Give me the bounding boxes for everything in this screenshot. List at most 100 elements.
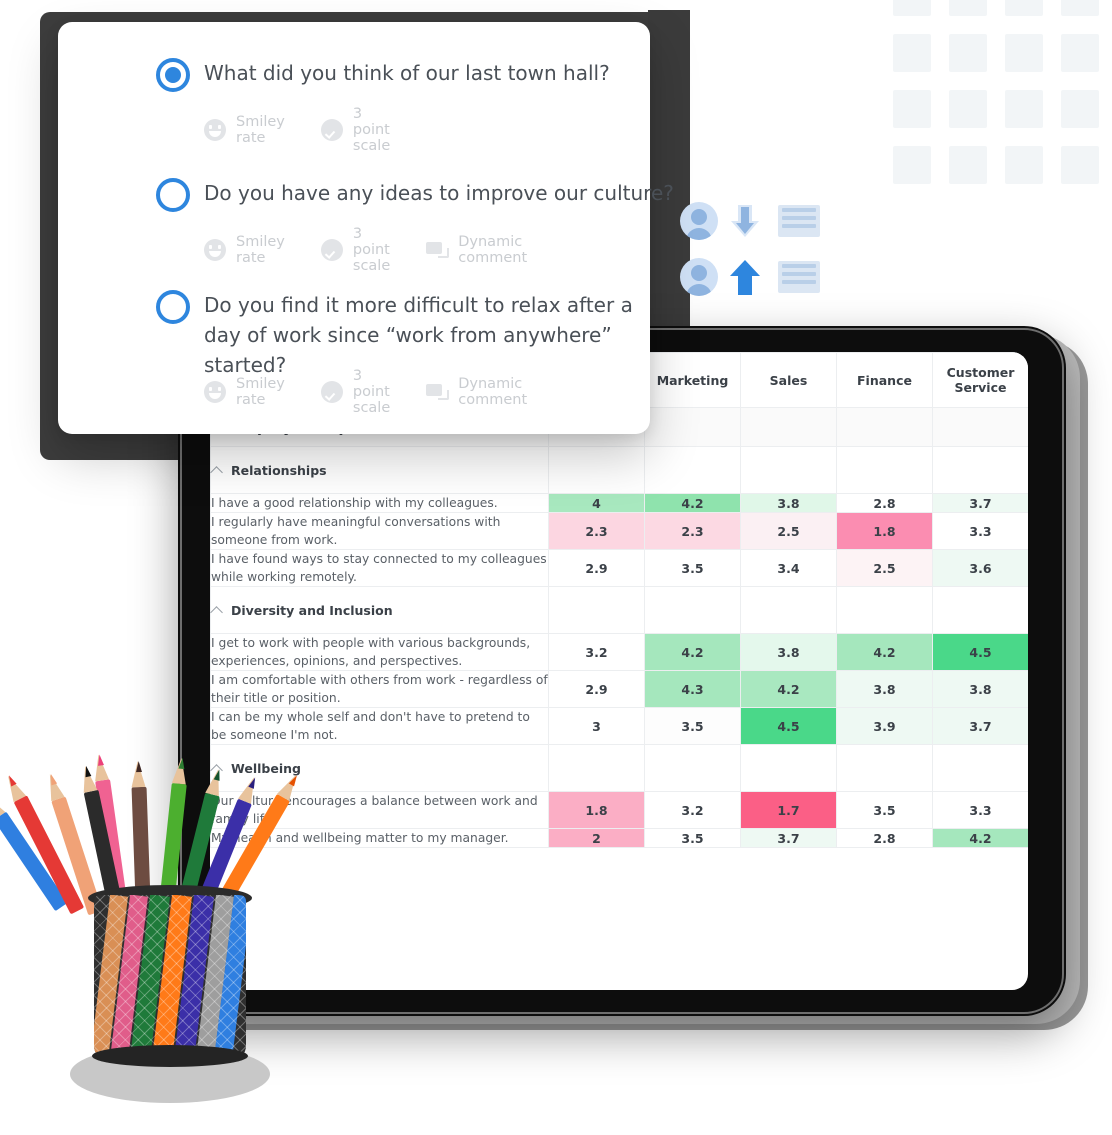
subgroup-row-wellbeing[interactable]: Wellbeing (210, 744, 1028, 792)
decorative-square-grid (893, 0, 1099, 184)
table-row[interactable]: I have found ways to stay connected to m… (210, 549, 1028, 587)
value-cell[interactable]: 3.8 (740, 493, 837, 513)
group-empty-cell (932, 407, 1028, 447)
value-cell[interactable]: 3.7 (932, 707, 1028, 745)
tablet-screen: Marketing Sales Finance Customer Service… (210, 352, 1028, 990)
value-cell[interactable]: 4.2 (644, 493, 741, 513)
subgroup-row-relationships[interactable]: Relationships (210, 446, 1028, 494)
value-cell[interactable]: 1.7 (740, 791, 837, 829)
value-cell[interactable]: 1.8 (548, 791, 645, 829)
value-cell[interactable]: 3.5 (836, 791, 933, 829)
chevron-up-icon[interactable] (211, 604, 223, 616)
subgroup-row-diversity-and-inclusion[interactable]: Diversity and Inclusion (210, 586, 1028, 634)
person-icon (680, 202, 718, 240)
value-cell[interactable]: 4.2 (836, 633, 933, 671)
table-row[interactable]: Our culture encourages a balance between… (210, 791, 1028, 829)
question-cell: I have a good relationship with my colle… (210, 493, 549, 513)
tag-label: Dynamic comment (458, 376, 528, 408)
table-row[interactable]: My health and wellbeing matter to my man… (210, 828, 1028, 848)
value-cell[interactable]: 3.3 (932, 791, 1028, 829)
value-cell[interactable]: 3.5 (644, 828, 741, 848)
value-cell[interactable]: 2.3 (644, 512, 741, 550)
decorative-square (893, 0, 931, 16)
value-cell[interactable]: 3.9 (836, 707, 933, 745)
tag-dynamic-comment[interactable]: Dynamic comment (426, 376, 527, 408)
icon-row (680, 256, 840, 298)
tag-3-point-scale[interactable]: 3 point scale (320, 106, 390, 154)
subgroup-label-cell[interactable]: Relationships (210, 446, 549, 494)
value-cell[interactable]: 4.5 (740, 707, 837, 745)
value-cell[interactable]: 2.3 (548, 512, 645, 550)
list-card-icon (778, 205, 820, 237)
subgroup-empty-cell (932, 586, 1028, 634)
value-cell[interactable]: 3.7 (932, 493, 1028, 513)
decorative-square (1061, 90, 1099, 128)
subgroup-empty-cell (644, 586, 741, 634)
subgroup-label-cell[interactable]: Diversity and Inclusion (210, 586, 549, 634)
value-cell[interactable]: 2.5 (836, 549, 933, 587)
tag-label: 3 point scale (352, 368, 391, 416)
value-cell[interactable]: 4.3 (644, 670, 741, 708)
subgroup-empty-cell (932, 744, 1028, 792)
value-cell[interactable]: 3.2 (644, 791, 741, 829)
question-tags: Smiley rate 3 point scale Dynamic commen… (204, 226, 563, 274)
tag-dynamic-comment[interactable]: Dynamic comment (426, 234, 527, 266)
smiley-icon (204, 239, 226, 261)
value-cell[interactable]: 3.3 (932, 512, 1028, 550)
tag-3-point-scale[interactable]: 3 point scale (320, 368, 391, 416)
value-cell[interactable]: 3.2 (548, 633, 645, 671)
subgroup-empty-cell (548, 586, 645, 634)
value-cell[interactable]: 2.8 (836, 493, 933, 513)
tag-3-point-scale[interactable]: 3 point scale (320, 226, 390, 274)
table-row[interactable]: I can be my whole self and don't have to… (210, 707, 1028, 745)
table-row[interactable]: I regularly have meaningful conversation… (210, 512, 1028, 550)
arrow-up-icon (724, 257, 766, 297)
value-cell[interactable]: 2.9 (548, 549, 645, 587)
decorative-square (1005, 34, 1043, 72)
column-header-sales[interactable]: Sales (740, 352, 837, 408)
column-header-finance[interactable]: Finance (836, 352, 933, 408)
question-radio-selected[interactable] (156, 58, 190, 92)
value-cell[interactable]: 2.9 (548, 670, 645, 708)
value-cell[interactable]: 4.2 (932, 828, 1028, 848)
value-cell[interactable]: 4.2 (740, 670, 837, 708)
value-cell[interactable]: 3.4 (740, 549, 837, 587)
value-cell[interactable]: 3.5 (644, 707, 741, 745)
icon-row (680, 200, 840, 242)
value-cell[interactable]: 3 (548, 707, 645, 745)
comment-icon (426, 381, 450, 403)
cup-base (92, 1045, 248, 1067)
tag-smiley-rate[interactable]: Smiley rate (204, 114, 285, 146)
value-cell[interactable]: 3.8 (932, 670, 1028, 708)
value-cell[interactable]: 3.5 (644, 549, 741, 587)
column-header-customer-service[interactable]: Customer Service (932, 352, 1028, 408)
question-radio[interactable] (156, 178, 190, 212)
value-cell[interactable]: 2.5 (740, 512, 837, 550)
check-circle-icon (320, 381, 343, 403)
value-cell[interactable]: 1.8 (836, 512, 933, 550)
value-cell[interactable]: 2 (548, 828, 645, 848)
table-row[interactable]: I have a good relationship with my colle… (210, 493, 1028, 513)
tag-smiley-rate[interactable]: Smiley rate (204, 234, 285, 266)
value-cell[interactable]: 4 (548, 493, 645, 513)
chevron-up-icon[interactable] (211, 464, 223, 476)
tag-label: Smiley rate (236, 376, 285, 408)
tag-smiley-rate[interactable]: Smiley rate (204, 376, 285, 408)
value-cell[interactable]: 4.5 (932, 633, 1028, 671)
survey-question-card: What did you think of our last town hall… (58, 22, 674, 434)
subgroup-empty-cell (644, 744, 741, 792)
value-cell[interactable]: 4.2 (644, 633, 741, 671)
question-radio[interactable] (156, 290, 190, 324)
decorative-square (1061, 0, 1099, 16)
value-cell[interactable]: 3.7 (740, 828, 837, 848)
decorative-icon-rows (680, 200, 840, 312)
value-cell[interactable]: 3.8 (740, 633, 837, 671)
table-row[interactable]: I get to work with people with various b… (210, 633, 1028, 671)
value-cell[interactable]: 3.8 (836, 670, 933, 708)
subgroup-empty-cell (740, 744, 837, 792)
table-row[interactable]: I am comfortable with others from work -… (210, 670, 1028, 708)
group-empty-cell (836, 407, 933, 447)
value-cell[interactable]: 3.6 (932, 549, 1028, 587)
value-cell[interactable]: 2.8 (836, 828, 933, 848)
decorative-square (893, 146, 931, 184)
